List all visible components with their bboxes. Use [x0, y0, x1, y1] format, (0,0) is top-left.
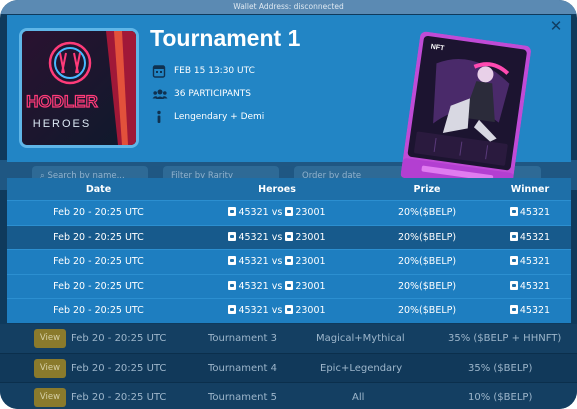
- header-date: Date: [85, 184, 112, 195]
- table-row: Feb 20 - 20:25 UTC 45321 vs 23001 20%($B…: [7, 273, 571, 298]
- tournament-date: Feb 20 - 20:25 UTC: [71, 362, 167, 374]
- hero-id-icon: [285, 305, 294, 314]
- list-item: View Feb 20 - 20:25 UTC Tournament 5 All…: [0, 383, 577, 409]
- info-participants: 36 PARTICIPANTS: [152, 86, 251, 102]
- wallet-status: Wallet Address: disconnected: [0, 0, 577, 14]
- header-heroes: Heroes: [258, 184, 296, 195]
- tournament-name: Tournament 3: [208, 333, 277, 344]
- view-button[interactable]: View: [34, 329, 66, 348]
- table-row: Feb 20 - 20:25 UTC 45321 vs 23001 20%($B…: [7, 298, 571, 323]
- tournament-prize: 10% ($BELP): [468, 392, 533, 403]
- header-winner: Winner: [510, 184, 550, 195]
- view-button[interactable]: View: [34, 358, 66, 378]
- hodler-heroes-logo: HODLER HEROES: [19, 28, 139, 148]
- tournament-name: Tournament 4: [208, 362, 277, 374]
- table-row: Feb 20 - 20:25 UTC 45321 vs 23001 20%($B…: [7, 224, 571, 249]
- hero-id-icon: [509, 207, 518, 216]
- hero-nft-card: NFT: [400, 31, 532, 193]
- tournament-modal-header: ✕ HODLER HEROES Tournament 1 FEB 15 13:3…: [7, 15, 571, 193]
- tournament-prize: 35% ($BELP + HHNFT): [448, 333, 562, 344]
- hero-id-icon: [285, 280, 294, 290]
- hero-id-icon: [285, 207, 294, 216]
- hero-id-icon: [228, 280, 237, 290]
- view-button[interactable]: View: [34, 388, 66, 407]
- tournament-rarity: All: [352, 392, 365, 403]
- hero-id-icon: [228, 207, 237, 216]
- hero-id-icon: [228, 305, 237, 314]
- close-icon[interactable]: ✕: [549, 19, 563, 34]
- tournament-list: View Feb 20 - 20:25 UTC Tournament 3 Mag…: [0, 324, 577, 409]
- hero-id-icon: [285, 231, 294, 241]
- info-rarity: Lengendary + Demi: [152, 109, 264, 125]
- info-date: FEB 15 13:30 UTC: [152, 63, 255, 79]
- svg-text:HEROES: HEROES: [33, 118, 91, 130]
- info-icon: [152, 109, 166, 125]
- hero-id-icon: [285, 256, 294, 265]
- svg-text:HODLER: HODLER: [26, 92, 98, 111]
- tournament-date: Feb 20 - 20:25 UTC: [71, 333, 167, 344]
- tournament-prize: 35% ($BELP): [468, 362, 533, 374]
- table-row: Feb 20 - 20:25 UTC 45321 vs 23001 20%($B…: [7, 200, 571, 225]
- app-frame: Wallet Address: disconnected ⌕ Search by…: [0, 0, 577, 409]
- hero-id-icon: [509, 231, 518, 241]
- list-item: View Feb 20 - 20:25 UTC Tournament 4 Epi…: [0, 353, 577, 383]
- people-icon: [152, 86, 168, 102]
- hero-id-icon: [509, 256, 518, 265]
- hero-id-icon: [509, 305, 518, 314]
- table-header: Date Heroes Prize Winner: [7, 178, 571, 200]
- tournament-title: Tournament 1: [150, 25, 301, 51]
- list-item: View Feb 20 - 20:25 UTC Tournament 3 Mag…: [0, 324, 577, 354]
- tournament-rarity: Epic+Legendary: [320, 362, 403, 374]
- hero-id-icon: [228, 256, 237, 265]
- hero-id-icon: [228, 231, 237, 241]
- header-prize: Prize: [413, 184, 441, 195]
- calendar-icon: [152, 63, 166, 79]
- tournament-name: Tournament 5: [208, 392, 277, 403]
- hero-id-icon: [509, 280, 518, 290]
- tournament-rarity: Magical+Mythical: [316, 333, 405, 344]
- table-row: Feb 20 - 20:25 UTC 45321 vs 23001 20%($B…: [7, 249, 571, 274]
- tournament-date: Feb 20 - 20:25 UTC: [71, 392, 167, 403]
- matches-table: Date Heroes Prize Winner Feb 20 - 20:25 …: [7, 178, 571, 323]
